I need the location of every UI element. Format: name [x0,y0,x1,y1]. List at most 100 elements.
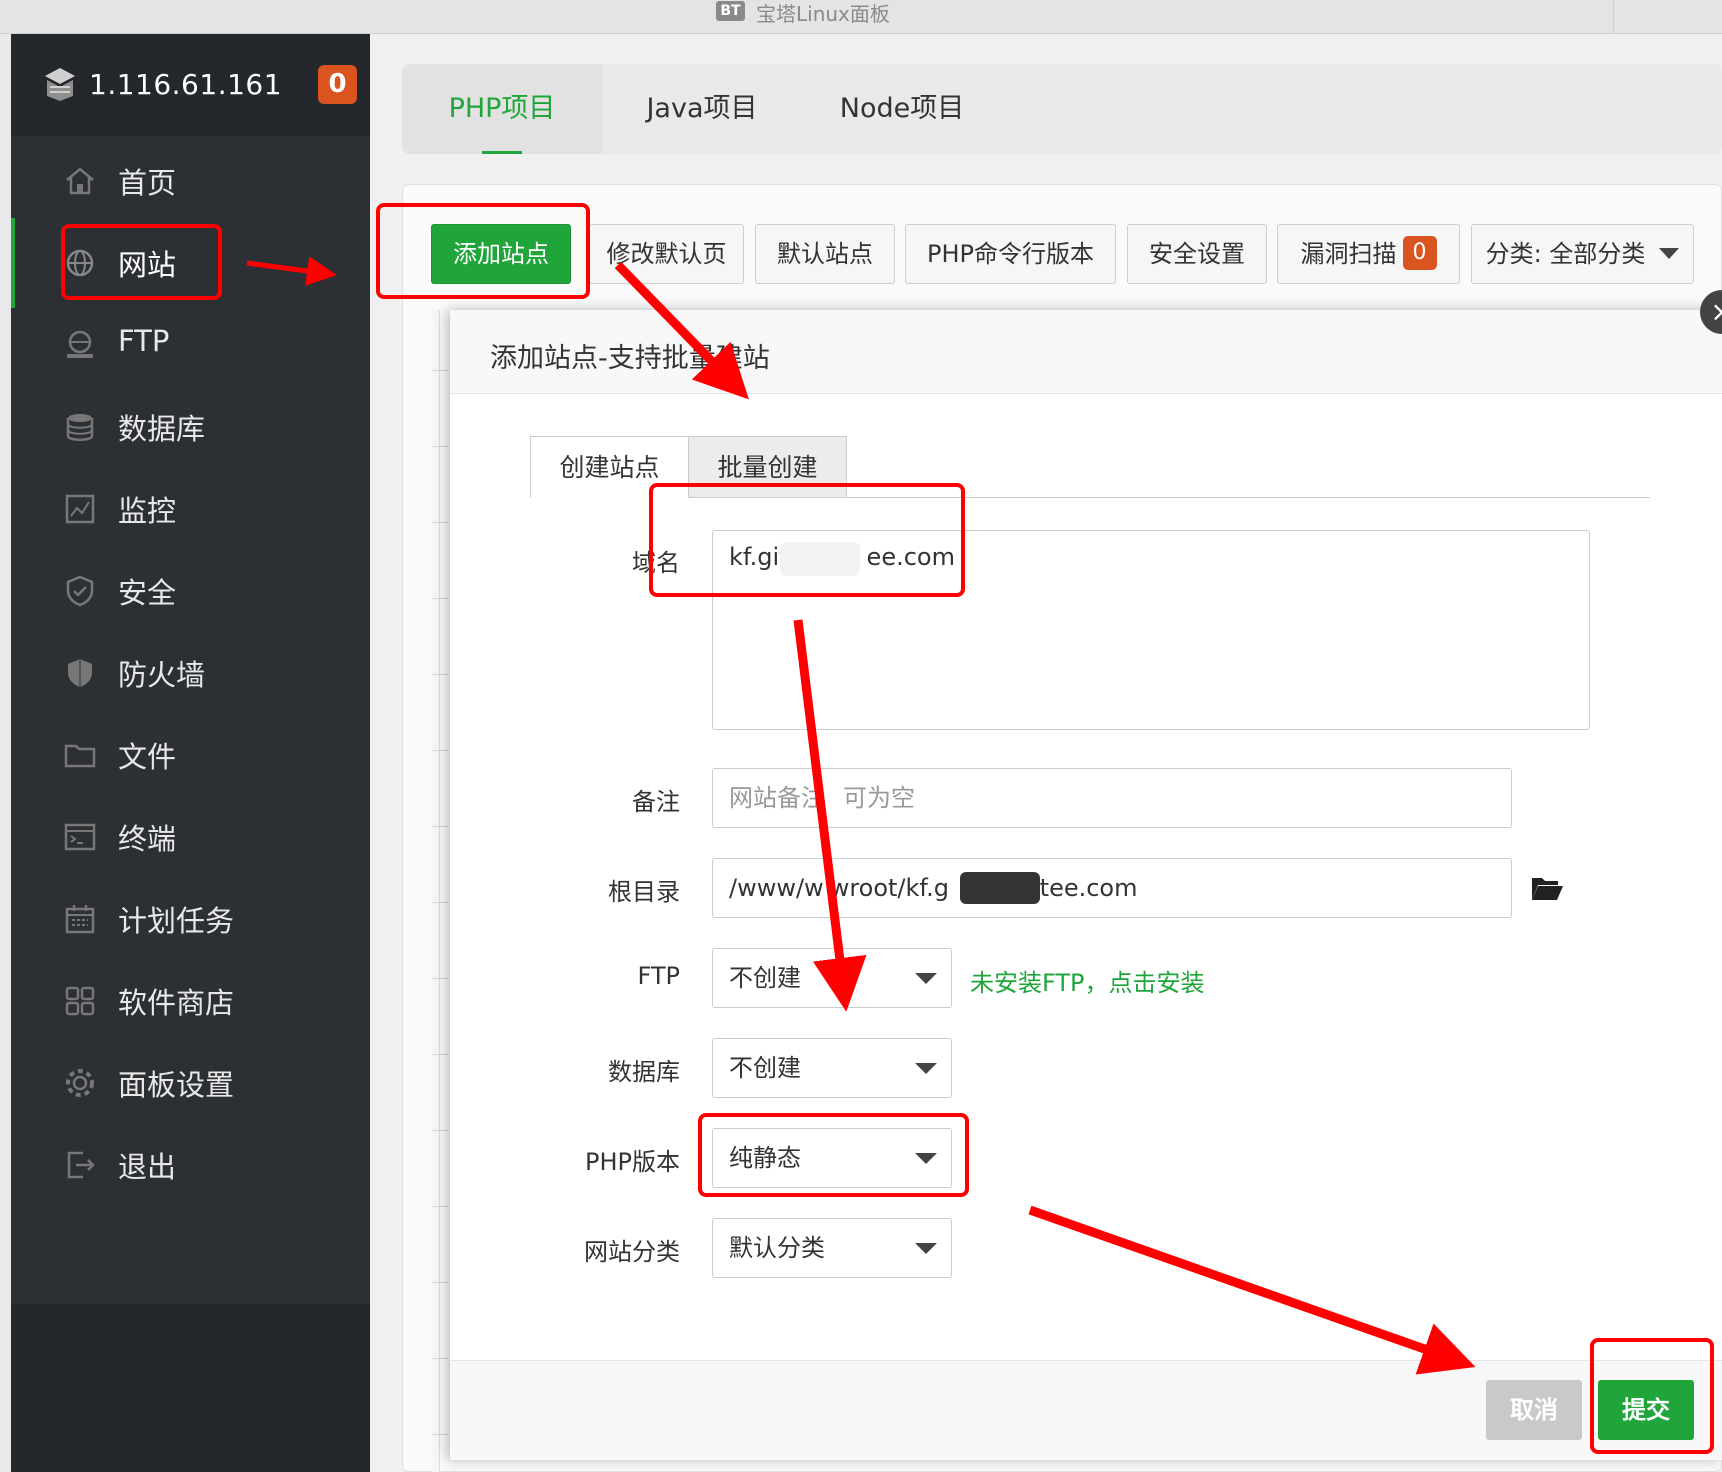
modal-header: 添加站点-支持批量建站 [450,310,1722,394]
tab-java-project[interactable]: Java项目 [602,64,802,154]
chevron-down-icon [1659,248,1680,259]
category-filter-label: 分类: 全部分类 [1485,240,1646,268]
submit-button[interactable]: 提交 [1598,1380,1694,1440]
table-row-divider [432,1130,448,1131]
sidebar-item-home[interactable]: 首页 [11,136,370,226]
default-site-button[interactable]: 默认站点 [755,224,895,284]
table-row-divider [432,1434,448,1435]
table-row-divider [432,598,448,599]
root-value-end: itee.com [1032,874,1138,902]
server-icon [45,68,75,101]
sidebar-footer [11,1304,370,1472]
php-version-label: PHP版本 [585,1148,680,1176]
terminal-icon [64,823,96,851]
calendar-icon [65,905,95,934]
sidebar-item-label: FTP [118,324,170,358]
table-row-divider [432,522,448,523]
tab-php-project[interactable]: PHP项目 [402,64,602,154]
database-select-value: 不创建 [729,1054,801,1082]
ftp-icon [67,330,93,358]
apps-icon [65,986,95,1016]
app-badge: BT [716,1,745,21]
window-titlebar: BT 宝塔Linux面板 [0,0,1722,34]
php-cli-version-button[interactable]: PHP命令行版本 [905,224,1116,284]
install-ftp-link[interactable]: 未安装FTP，点击安装 [970,963,1205,998]
sidebar-item-label: 面板设置 [118,1068,235,1102]
tab-label: PHP项目 [448,93,556,124]
sidebar-item-firewall[interactable]: 防火墙 [11,628,370,718]
site-category-label: 网站分类 [584,1238,680,1266]
sidebar-item-files[interactable]: 文件 [11,710,370,800]
sidebar-item-label: 首页 [118,166,177,200]
add-site-button[interactable]: 添加站点 [431,224,571,284]
sidebar-item-label: 安全 [118,576,177,610]
firewall-icon [68,659,92,687]
sidebar-item-website[interactable]: 网站 [11,218,370,308]
chevron-down-icon [915,1153,937,1164]
folder-icon [64,744,96,768]
server-ip[interactable]: 1.116.61.161 [89,68,282,101]
ftp-select[interactable]: 不创建 [712,948,952,1008]
site-category-select[interactable]: 默认分类 [712,1218,952,1278]
chevron-down-icon [915,973,937,984]
tab-label: Java项目 [646,93,758,124]
window-left-edge [0,34,11,1472]
sidebar-header: 1.116.61.161 0 [11,34,370,136]
globe-icon [66,249,94,277]
table-row-divider [432,446,448,447]
message-count-badge[interactable]: 0 [318,65,357,104]
security-settings-button[interactable]: 安全设置 [1127,224,1267,284]
database-label: 数据库 [608,1058,680,1086]
titlebar-divider [1613,0,1614,34]
edit-default-page-button[interactable]: 修改默认页 [589,224,744,284]
root-dir-label: 根目录 [608,878,680,906]
chevron-down-icon [915,1243,937,1254]
root-dir-input[interactable]: /www/w wroot/kf.g itee.com [712,858,1512,918]
sidebar-item-ftp[interactable]: FTP [11,300,370,390]
table-row-divider [432,674,448,675]
php-version-select[interactable]: 纯静态 [712,1128,952,1188]
site-table-edge [432,310,440,1472]
sidebar-item-cron[interactable]: 计划任务 [11,874,370,964]
table-row-divider [432,978,448,979]
tab-label: Node项目 [839,93,965,124]
window-title: 宝塔Linux面板 [756,2,890,26]
sidebar-item-label: 软件商店 [118,986,235,1020]
vuln-count-badge: 0 [1402,236,1437,270]
sidebar-item-label: 防火墙 [118,658,206,692]
remark-input[interactable]: 网站备注 可为空 [712,768,1512,828]
tab-batch-create[interactable]: 批量创建 [688,436,847,498]
table-row-divider [432,1358,448,1359]
table-row-divider [432,1054,448,1055]
sidebar-item-monitor[interactable]: 监控 [11,464,370,554]
database-select[interactable]: 不创建 [712,1038,952,1098]
sidebar-item-panel-settings[interactable]: 面板设置 [11,1038,370,1128]
remark-placeholder-end: 可为空 [843,784,915,812]
sidebar-item-logout[interactable]: 退出 [11,1120,370,1210]
ftp-select-value: 不创建 [729,964,801,992]
add-site-modal: 添加站点-支持批量建站 创建站点 批量创建 域名 kf.git ee.com 备注… [450,310,1722,1460]
sidebar-item-database[interactable]: 数据库 [11,382,370,472]
redaction-blur [780,542,860,576]
category-filter-dropdown[interactable]: 分类: 全部分类 [1471,224,1694,284]
root-value-start: /www/w [729,874,824,902]
remark-placeholder-start: 网站备注 [729,784,825,812]
logout-icon [67,1151,95,1179]
shield-icon [66,575,94,607]
sidebar-item-security[interactable]: 安全 [11,546,370,636]
sidebar-item-label: 监控 [118,494,177,528]
sidebar-item-label: 终端 [118,822,177,856]
monitor-icon [65,494,95,524]
cancel-button[interactable]: 取消 [1486,1380,1582,1440]
tab-create-site[interactable]: 创建站点 [530,436,689,498]
gear-icon [66,1069,94,1097]
sidebar-item-terminal[interactable]: 终端 [11,792,370,882]
tab-node-project[interactable]: Node项目 [802,64,1002,154]
table-row-divider [432,370,448,371]
folder-open-icon[interactable] [1530,874,1564,902]
vuln-scan-button[interactable]: 漏洞扫描 0 [1277,224,1460,284]
sidebar-item-app-store[interactable]: 软件商店 [11,956,370,1046]
sidebar: 1.116.61.161 0 首页 网站 FTP 数据库 监控 安全 防火墙 文… [11,34,370,1472]
ftp-label: FTP [637,962,680,990]
active-indicator [11,218,15,308]
